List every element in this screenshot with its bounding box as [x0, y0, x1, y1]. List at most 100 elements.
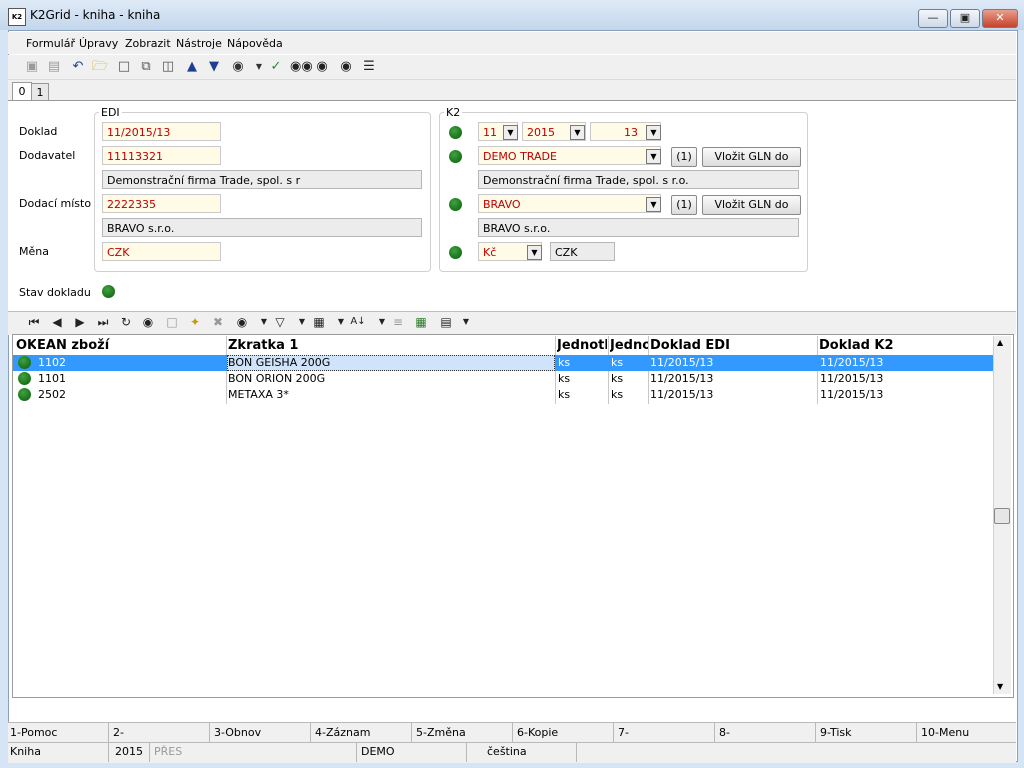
copy-icon[interactable]: ⧉ [138, 59, 154, 75]
binoculars-icon[interactable]: ◉◉ [290, 59, 313, 75]
chevron-down-icon[interactable]: ▼ [646, 197, 661, 212]
fkey-7[interactable]: 7- [618, 726, 629, 739]
menu-nastroje[interactable]: Nástroje [176, 37, 222, 50]
fkey-4[interactable]: 4-Záznam [315, 726, 370, 739]
cell-ean[interactable]: 1102 [38, 355, 66, 371]
fkey-1[interactable]: 1-Pomoc [10, 726, 57, 739]
dropdown-icon[interactable]: ▼ [251, 59, 267, 75]
edi-mena-field[interactable]: CZK [102, 242, 221, 261]
tab-1[interactable]: 1 [31, 83, 49, 101]
close-button[interactable]: ✕ [982, 9, 1018, 28]
menu-napoveda[interactable]: Nápověda [227, 37, 283, 50]
binoculars-icon[interactable]: ◉ [140, 314, 156, 330]
edi-dodaci-field[interactable]: 2222335 [102, 194, 221, 213]
cell-jednotka1[interactable]: ks [558, 355, 570, 371]
cell-jednotka2[interactable]: ks [611, 387, 623, 403]
chevron-down-icon[interactable]: ▼ [570, 125, 585, 140]
cell-zkratka[interactable]: METAXA 3* [228, 387, 289, 403]
cell-jednotka2[interactable]: ks [611, 371, 623, 387]
refresh-icon[interactable]: ↻ [118, 314, 134, 330]
minimize-button[interactable]: — [918, 9, 948, 28]
dodaci-count-button[interactable]: (1) [671, 195, 697, 215]
remove-icon[interactable]: ✖ [210, 314, 226, 330]
cell-doklad-edi[interactable]: 11/2015/13 [650, 355, 713, 371]
binoculars-prev-icon[interactable]: ◉ [338, 59, 354, 75]
lock-icon[interactable]: □ [164, 314, 180, 330]
arrow-down-icon[interactable]: ▼ [206, 59, 222, 75]
tab-0[interactable]: 0 [12, 82, 32, 101]
scroll-up-icon[interactable]: ▲ [997, 338, 1003, 347]
cell-doklad-k2[interactable]: 11/2015/13 [820, 355, 883, 371]
chevron-down-icon[interactable]: ▼ [646, 125, 661, 140]
cell-ean[interactable]: 1101 [38, 371, 66, 387]
menu-zobrazit[interactable]: Zobrazit [125, 37, 171, 50]
excel-icon[interactable]: ▦ [413, 314, 429, 330]
undo-icon[interactable]: ↶ [70, 59, 86, 75]
dropdown-icon[interactable]: ▼ [294, 314, 310, 330]
cell-doklad-edi[interactable]: 11/2015/13 [650, 371, 713, 387]
last-record-icon[interactable]: ⏭ [95, 314, 111, 330]
maximize-button[interactable]: ▣ [950, 9, 980, 28]
col-header-doklad-edi[interactable]: Doklad EDI [650, 337, 815, 354]
col-header-zkratka[interactable]: Zkratka 1 [228, 337, 553, 354]
camera-icon[interactable]: ◉ [234, 314, 250, 330]
filter-binoculars-icon[interactable]: ✓ [268, 59, 284, 75]
insert-gln-button-1[interactable]: Vložit GLN do karty [702, 147, 801, 181]
k2-dodavatel-field[interactable]: DEMO TRADE [478, 146, 661, 165]
fkey-5[interactable]: 5-Změna [416, 726, 466, 739]
export-icon[interactable]: ▦ [311, 314, 327, 330]
col-header-doklad-k2[interactable]: Doklad K2 [819, 337, 989, 354]
open-folder-icon[interactable]: 🗁 [92, 59, 108, 75]
col-header-jednotka2[interactable]: Jedno [610, 337, 648, 354]
cell-zkratka[interactable]: BON GEISHA 200G [227, 355, 555, 371]
scroll-down-icon[interactable]: ▼ [997, 682, 1003, 691]
sort-az-icon[interactable]: A↓ [350, 314, 366, 330]
edi-doklad-field[interactable]: 11/2015/13 [102, 122, 221, 141]
fkey-8[interactable]: 8- [719, 726, 730, 739]
chevron-down-icon[interactable]: ▼ [503, 125, 518, 140]
menu-lines-icon[interactable]: ☰ [361, 59, 377, 75]
fkey-2[interactable]: 2- [113, 726, 124, 739]
camera-icon[interactable]: ◉ [230, 59, 246, 75]
cell-doklad-k2[interactable]: 11/2015/13 [820, 371, 883, 387]
next-record-icon[interactable]: ▶ [72, 314, 88, 330]
cell-ean[interactable]: 2502 [38, 387, 66, 403]
filter-icon[interactable]: ▽ [272, 314, 288, 330]
list-icon[interactable]: ≡ [390, 314, 406, 330]
prev-record-icon[interactable]: ◀ [49, 314, 65, 330]
col-header-jednotka1[interactable]: Jednotk [557, 337, 607, 354]
binoculars-next-icon[interactable]: ◉ [314, 59, 330, 75]
chevron-down-icon[interactable]: ▼ [646, 149, 661, 164]
cell-jednotka1[interactable]: ks [558, 371, 570, 387]
k2-dodaci-field[interactable]: BRAVO [478, 194, 661, 213]
save-icon[interactable]: ▣ [24, 59, 40, 75]
dodavatel-count-button[interactable]: (1) [671, 147, 697, 167]
fkey-6[interactable]: 6-Kopie [517, 726, 558, 739]
columns-icon[interactable]: ▤ [438, 314, 454, 330]
scrollbar-thumb[interactable] [994, 508, 1010, 524]
col-header-ean[interactable]: EAN zboží [37, 337, 225, 354]
cell-doklad-k2[interactable]: 11/2015/13 [820, 387, 883, 403]
arrow-up-icon[interactable]: ▲ [184, 59, 200, 75]
edi-dodavatel-field[interactable]: 11113321 [102, 146, 221, 165]
save-as-icon[interactable]: ▤ [46, 59, 62, 75]
dropdown-icon[interactable]: ▼ [458, 314, 474, 330]
first-record-icon[interactable]: ⏮ [26, 314, 42, 330]
fkey-3[interactable]: 3-Obnov [214, 726, 261, 739]
fkey-9[interactable]: 9-Tisk [820, 726, 852, 739]
menu-formular[interactable]: Formulář [26, 37, 75, 50]
paste-icon[interactable]: ◫ [160, 59, 176, 75]
cell-jednotka2[interactable]: ks [611, 355, 623, 371]
new-document-icon[interactable]: □ [116, 59, 132, 75]
chevron-down-icon[interactable]: ▼ [527, 245, 542, 260]
dropdown-icon[interactable]: ▼ [256, 314, 272, 330]
add-star-icon[interactable]: ✦ [187, 314, 203, 330]
insert-gln-button-2[interactable]: Vložit GLN do karty [702, 195, 801, 229]
cell-zkratka[interactable]: BON ORION 200G [228, 371, 325, 387]
dropdown-icon[interactable]: ▼ [333, 314, 349, 330]
cell-jednotka1[interactable]: ks [558, 387, 570, 403]
fkey-10[interactable]: 10-Menu [921, 726, 969, 739]
cell-doklad-edi[interactable]: 11/2015/13 [650, 387, 713, 403]
menu-upravy[interactable]: Úpravy [79, 37, 118, 50]
col-header-ok[interactable]: OK [16, 337, 36, 354]
